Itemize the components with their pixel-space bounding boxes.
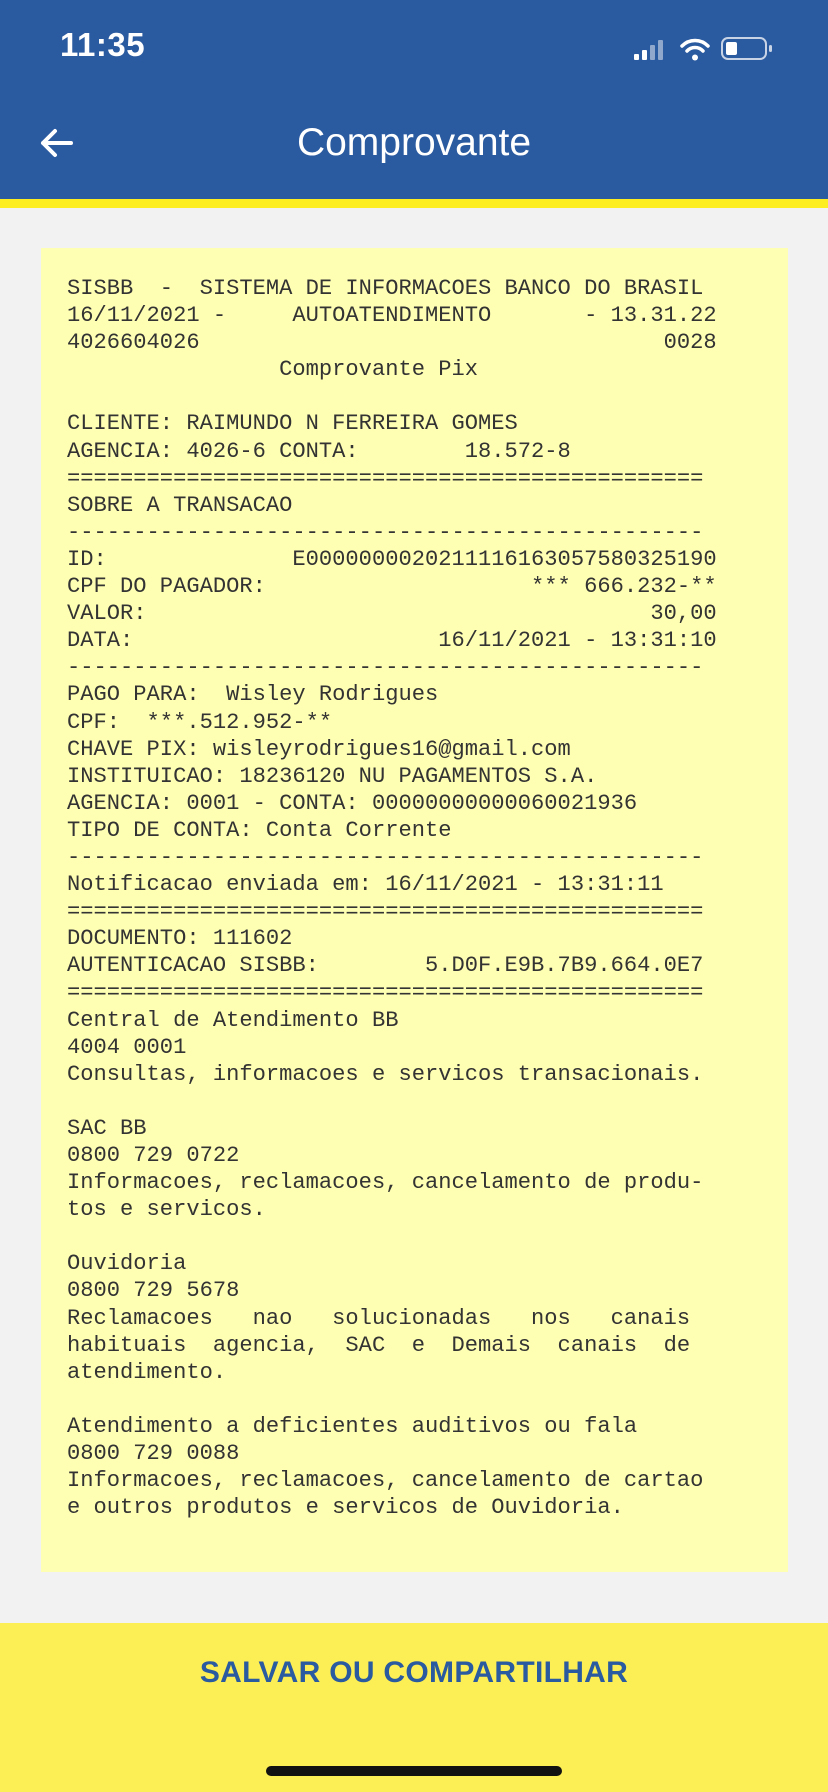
receipt-line: Reclamacoes nao solucionadas nos canais	[67, 1305, 691, 1331]
battery-icon	[721, 37, 772, 60]
home-indicator	[266, 1766, 562, 1776]
receipt-line: Central de Atendimento BB	[67, 1007, 399, 1033]
receipt-line: AGENCIA: 4026-6 CONTA: 18.572-8	[67, 438, 571, 464]
wifi-icon	[680, 38, 710, 61]
receipt-line: VALOR: 30,00	[67, 601, 717, 627]
receipt-line: e outros produtos e servicos de Ouvidori…	[67, 1495, 624, 1521]
receipt-line: CHAVE PIX: wisleyrodrigues16@gmail.com	[67, 736, 571, 762]
receipt-line: ----------------------------------------…	[67, 519, 704, 545]
receipt-line: 0800 729 5678	[67, 1278, 240, 1304]
receipt-line: 4004 0001	[67, 1034, 187, 1060]
receipt-line: CLIENTE: RAIMUNDO N FERREIRA GOMES	[67, 411, 518, 437]
receipt-line: CPF: ***.512.952-**	[67, 709, 333, 735]
receipt-line: DOCUMENTO: 111602	[67, 926, 293, 952]
receipt-line: Consultas, informacoes e servicos transa…	[67, 1061, 704, 1087]
receipt-line: atendimento.	[67, 1359, 227, 1385]
receipt-line: ----------------------------------------…	[67, 655, 704, 681]
page-title: Comprovante	[296, 121, 532, 164]
receipt-line: Comprovante Pix	[67, 357, 479, 383]
cellular-signal-icon	[634, 40, 663, 60]
receipt-line: INSTITUICAO: 18236120 NU PAGAMENTOS S.A.	[67, 763, 598, 789]
header-accent-stripe	[0, 199, 828, 208]
receipt-line: ID: E0000000020211116163057580325190	[67, 546, 717, 572]
receipt-line: tos e servicos.	[67, 1197, 266, 1223]
receipt-line: ========================================…	[67, 465, 704, 491]
receipt-line: CPF DO PAGADOR: *** 666.232-**	[67, 574, 717, 600]
receipt-line: 0800 729 0088	[67, 1441, 240, 1467]
receipt-card: SISBB - SISTEMA DE INFORMACOES BANCO DO …	[41, 248, 788, 1572]
receipt-line: habituais agencia, SAC e Demais canais d…	[67, 1332, 691, 1358]
receipt-line: ----------------------------------------…	[67, 844, 704, 870]
receipt-line: ========================================…	[67, 980, 704, 1006]
receipt-line: Ouvidoria	[67, 1251, 187, 1277]
receipt-line: 4026604026 0028	[67, 330, 717, 356]
receipt-line: TIPO DE CONTA: Conta Corrente	[67, 817, 452, 843]
receipt-text: SISBB - SISTEMA DE INFORMACOES BANCO DO …	[67, 275, 767, 1521]
receipt-line: ========================================…	[67, 899, 704, 925]
receipt-line: Atendimento a deficientes auditivos ou f…	[67, 1413, 638, 1439]
receipt-line: AUTENTICACAO SISBB: 5.D0F.E9B.7B9.664.0E…	[67, 953, 704, 979]
receipt-line: SISBB - SISTEMA DE INFORMACOES BANCO DO …	[67, 276, 704, 301]
receipt-line: Informacoes, reclamacoes, cancelamento d…	[67, 1170, 704, 1196]
receipt-line: AGENCIA: 0001 - CONTA: 00000000000060021…	[67, 790, 638, 816]
status-bar-icons	[634, 34, 794, 64]
receipt-line: Informacoes, reclamacoes, cancelamento d…	[67, 1468, 704, 1494]
receipt-line: DATA: 16/11/2021 - 13:31:10	[67, 628, 717, 654]
receipt-line: SAC BB	[67, 1115, 147, 1141]
receipt-line: 16/11/2021 - AUTOATENDIMENTO - 13.31.22	[67, 303, 717, 329]
status-bar-time: 11:35	[60, 26, 146, 63]
receipt-line: Notificacao enviada em: 16/11/2021 - 13:…	[67, 872, 664, 898]
receipt-line: PAGO PARA: Wisley Rodrigues	[67, 682, 439, 708]
receipt-line: SOBRE A TRANSACAO	[67, 492, 293, 518]
save-or-share-button[interactable]: SALVAR OU COMPARTILHAR	[0, 1623, 828, 1723]
receipt-line: 0800 729 0722	[67, 1143, 240, 1168]
